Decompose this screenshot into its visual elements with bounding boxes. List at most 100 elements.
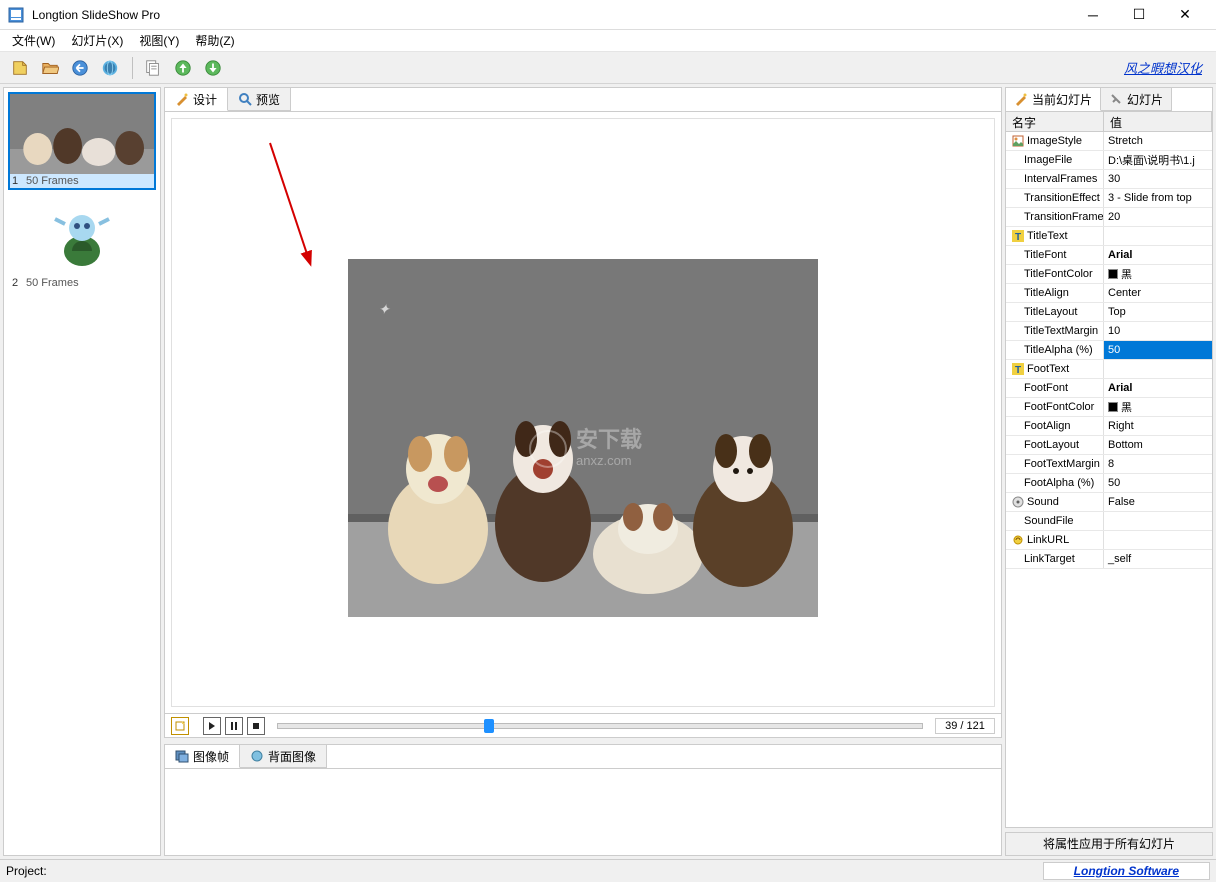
property-row-TitleAlign[interactable]: TitleAlignCenter (1006, 284, 1212, 303)
save-button[interactable] (66, 54, 94, 82)
thumbnail-1[interactable]: 1 50 Frames (8, 92, 156, 190)
property-value[interactable]: 黑 (1104, 265, 1212, 283)
property-name: IntervalFrames (1006, 170, 1104, 188)
property-row-LinkURL[interactable]: LinkURL (1006, 531, 1212, 550)
minimize-button[interactable]: ─ (1070, 0, 1116, 30)
property-name: TitleAlpha (%) (1006, 341, 1104, 359)
stop-button[interactable] (247, 717, 265, 735)
frame-slider[interactable] (277, 723, 923, 729)
copy-button[interactable] (139, 54, 167, 82)
property-name: ImageFile (1006, 151, 1104, 169)
thumbnail-2[interactable]: 2 50 Frames (8, 194, 156, 292)
property-row-TransitionFrames[interactable]: TransitionFrames20 (1006, 208, 1212, 227)
menu-view[interactable]: 视图(Y) (131, 30, 187, 51)
property-value[interactable] (1104, 512, 1212, 530)
property-name: FootAlpha (%) (1006, 474, 1104, 492)
maximize-button[interactable]: ☐ (1116, 0, 1162, 30)
property-name: SoundFile (1006, 512, 1104, 530)
property-row-FootAlign[interactable]: FootAlignRight (1006, 417, 1212, 436)
titlebar: Longtion SlideShow Pro ─ ☐ ✕ (0, 0, 1216, 30)
frame-slider-thumb[interactable] (484, 719, 494, 733)
property-row-SoundFile[interactable]: SoundFile (1006, 512, 1212, 531)
menu-help[interactable]: 帮助(Z) (187, 30, 242, 51)
tab-current-slide[interactable]: 当前幻灯片 (1006, 88, 1101, 111)
apply-to-all-button[interactable]: 将属性应用于所有幻灯片 (1005, 832, 1213, 856)
property-tabs: 当前幻灯片 幻灯片 (1005, 87, 1213, 111)
property-value[interactable]: Arial (1104, 246, 1212, 264)
property-name: FootAlign (1006, 417, 1104, 435)
move-up-button[interactable] (169, 54, 197, 82)
property-row-ImageFile[interactable]: ImageFileD:\桌面\说明书\1.j (1006, 151, 1212, 170)
property-row-TitleLayout[interactable]: TitleLayoutTop (1006, 303, 1212, 322)
property-row-TitleFontColor[interactable]: TitleFontColor黑 (1006, 265, 1212, 284)
property-value[interactable]: Center (1104, 284, 1212, 302)
thumbnail-2-image (10, 196, 154, 276)
property-value[interactable]: 10 (1104, 322, 1212, 340)
localization-link[interactable]: 风之暇想汉化 (1124, 58, 1210, 77)
property-value[interactable]: 20 (1104, 208, 1212, 226)
menu-slide[interactable]: 幻灯片(X) (63, 30, 131, 51)
export-button[interactable] (96, 54, 124, 82)
property-row-IntervalFrames[interactable]: IntervalFrames30 (1006, 170, 1212, 189)
property-value[interactable]: Bottom (1104, 436, 1212, 454)
property-row-FootText[interactable]: TFootText (1006, 360, 1212, 379)
property-value[interactable]: Top (1104, 303, 1212, 321)
property-name: TitleTextMargin (1006, 322, 1104, 340)
property-value[interactable] (1104, 360, 1212, 378)
property-row-FootFontColor[interactable]: FootFontColor黑 (1006, 398, 1212, 417)
property-value[interactable] (1104, 227, 1212, 245)
property-name: FootLayout (1006, 436, 1104, 454)
property-row-LinkTarget[interactable]: LinkTarget_self (1006, 550, 1212, 569)
property-row-FootAlpha (%)[interactable]: FootAlpha (%)50 (1006, 474, 1212, 493)
property-value[interactable]: Stretch (1104, 132, 1212, 150)
property-row-TransitionEffect[interactable]: TransitionEffect3 - Slide from top (1006, 189, 1212, 208)
property-value[interactable]: False (1104, 493, 1212, 511)
property-row-FootLayout[interactable]: FootLayoutBottom (1006, 436, 1212, 455)
open-button[interactable] (36, 54, 64, 82)
bottom-content (164, 768, 1002, 856)
pause-button[interactable] (225, 717, 243, 735)
property-row-TitleFont[interactable]: TitleFontArial (1006, 246, 1212, 265)
property-grid-header: 名字 值 (1006, 112, 1212, 132)
move-down-button[interactable] (199, 54, 227, 82)
frame-counter: 39 / 121 (935, 718, 995, 734)
property-row-TitleTextMargin[interactable]: TitleTextMargin10 (1006, 322, 1212, 341)
property-value[interactable]: 50 (1104, 474, 1212, 492)
properties-panel: 当前幻灯片 幻灯片 名字 值 ImageStyleStretchImageFil… (1005, 87, 1213, 856)
tab-current-slide-label: 当前幻灯片 (1032, 91, 1092, 108)
svg-text:T: T (1015, 365, 1021, 375)
property-row-ImageStyle[interactable]: ImageStyleStretch (1006, 132, 1212, 151)
property-row-FootTextMargin[interactable]: FootTextMargin8 (1006, 455, 1212, 474)
play-button[interactable] (203, 717, 221, 735)
property-row-TitleText[interactable]: TTitleText (1006, 227, 1212, 246)
tab-design[interactable]: 设计 (165, 88, 228, 111)
property-value[interactable]: 黑 (1104, 398, 1212, 416)
canvas[interactable]: 安下载 anxz.com ✦ (171, 118, 995, 707)
thumbnails-panel: 1 50 Frames 2 50 Frames (3, 87, 161, 856)
tab-all-slides[interactable]: 幻灯片 (1101, 88, 1172, 111)
close-button[interactable]: ✕ (1162, 0, 1208, 30)
tab-back-image[interactable]: 背面图像 (240, 745, 327, 768)
property-row-FootFont[interactable]: FootFontArial (1006, 379, 1212, 398)
new-frame-button[interactable] (171, 717, 189, 735)
tab-image-frame[interactable]: 图像帧 (165, 745, 240, 768)
property-value[interactable]: 8 (1104, 455, 1212, 473)
property-value[interactable]: 3 - Slide from top (1104, 189, 1212, 207)
property-value[interactable]: Right (1104, 417, 1212, 435)
slide-preview-image: 安下载 anxz.com ✦ (348, 259, 818, 617)
property-value[interactable]: Arial (1104, 379, 1212, 397)
property-name: TitleAlign (1006, 284, 1104, 302)
property-row-Sound[interactable]: SoundFalse (1006, 493, 1212, 512)
property-value[interactable]: 50 (1104, 341, 1212, 359)
property-value[interactable]: _self (1104, 550, 1212, 568)
property-value[interactable]: D:\桌面\说明书\1.j (1104, 151, 1212, 169)
property-name: FootFont (1006, 379, 1104, 397)
property-row-TitleAlpha (%)[interactable]: TitleAlpha (%)50 (1006, 341, 1212, 360)
window-title: Longtion SlideShow Pro (32, 8, 1070, 22)
property-value[interactable] (1104, 531, 1212, 549)
status-software-link[interactable]: Longtion Software (1043, 862, 1210, 880)
tab-preview[interactable]: 预览 (228, 88, 291, 111)
menu-file[interactable]: 文件(W) (4, 30, 63, 51)
property-value[interactable]: 30 (1104, 170, 1212, 188)
new-project-button[interactable] (6, 54, 34, 82)
